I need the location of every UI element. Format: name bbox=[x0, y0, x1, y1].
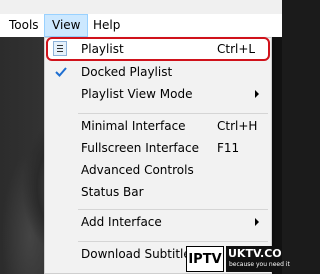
watermark-uktv-main: UKTV.CO bbox=[228, 247, 282, 260]
submenu-arrow-icon bbox=[255, 218, 259, 226]
menu-tools[interactable]: Tools bbox=[2, 14, 46, 37]
menu-item-advanced-controls[interactable]: Advanced Controls bbox=[47, 159, 269, 181]
menu-item-playlist-view-mode[interactable]: Playlist View Mode bbox=[47, 83, 269, 105]
menu-item-label: Advanced Controls bbox=[81, 163, 194, 177]
menu-item-playlist[interactable]: Playlist Ctrl+L bbox=[46, 37, 270, 61]
menu-item-label: Fullscreen Interface bbox=[81, 141, 199, 155]
menu-item-label: Status Bar bbox=[81, 185, 144, 199]
menu-item-status-bar[interactable]: Status Bar bbox=[47, 181, 269, 203]
menu-item-docked-playlist[interactable]: Docked Playlist bbox=[47, 61, 269, 83]
menu-separator bbox=[78, 113, 268, 114]
checkmark-icon bbox=[55, 67, 67, 77]
menu-item-label: Playlist bbox=[81, 42, 124, 56]
watermark-logo: IPTV UKTV.CO because you need it bbox=[186, 246, 290, 272]
menu-separator bbox=[78, 241, 268, 242]
submenu-arrow-icon bbox=[255, 90, 259, 98]
menu-item-fullscreen-interface[interactable]: Fullscreen Interface F11 bbox=[47, 137, 269, 159]
menu-item-label: Docked Playlist bbox=[81, 65, 173, 79]
window-top-strip bbox=[0, 0, 282, 14]
menu-item-add-interface[interactable]: Add Interface bbox=[47, 211, 269, 233]
menu-separator bbox=[78, 209, 268, 210]
playlist-icon bbox=[53, 41, 67, 56]
watermark-iptv: IPTV bbox=[186, 246, 224, 272]
view-menu-dropdown: Playlist Ctrl+L Docked Playlist Playlist… bbox=[44, 37, 272, 274]
menu-item-label: Minimal Interface bbox=[81, 119, 186, 133]
menu-item-minimal-interface[interactable]: Minimal Interface Ctrl+H bbox=[47, 115, 269, 137]
menu-item-shortcut: F11 bbox=[217, 141, 240, 155]
menu-item-shortcut: Ctrl+H bbox=[217, 119, 258, 133]
menu-view[interactable]: View bbox=[44, 14, 89, 37]
menu-item-label: Download Subtitles bbox=[81, 247, 198, 261]
menu-item-label: Playlist View Mode bbox=[81, 87, 193, 101]
menu-help[interactable]: Help bbox=[86, 14, 127, 37]
menu-item-label: Add Interface bbox=[81, 215, 162, 229]
watermark-uktv-tagline: because you need it bbox=[229, 261, 290, 268]
menu-item-shortcut: Ctrl+L bbox=[217, 42, 256, 56]
menu-bar: Tools View Help bbox=[0, 14, 282, 37]
watermark-uktv: UKTV.CO because you need it bbox=[226, 246, 290, 272]
